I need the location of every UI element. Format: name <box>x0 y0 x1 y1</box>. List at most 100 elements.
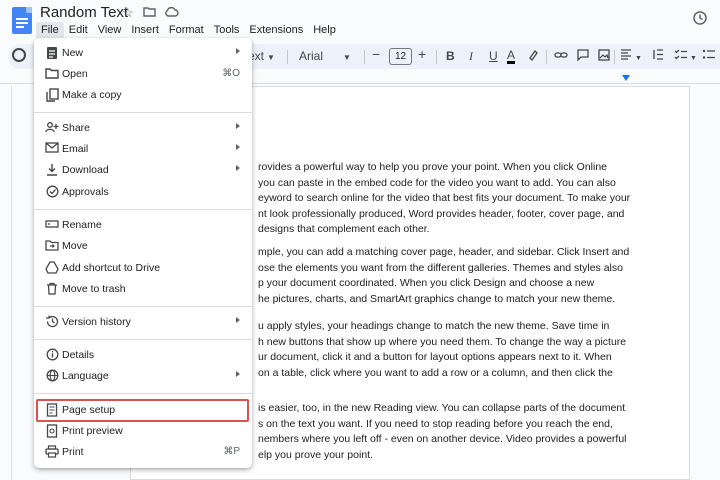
history-icon <box>45 315 59 329</box>
folder-icon <box>45 67 59 81</box>
menu-item-open[interactable]: Open ⌘O <box>34 64 252 85</box>
bold-button[interactable]: B <box>446 49 455 64</box>
decrease-font-size-button[interactable]: − <box>372 47 380 62</box>
menu-item-print-preview[interactable]: Print preview <box>34 421 252 442</box>
bulleted-list-icon[interactable] <box>702 49 716 64</box>
menu-item-rename[interactable]: Rename <box>34 215 252 236</box>
font-dropdown[interactable]: Arial <box>299 49 323 64</box>
text-line: ose the elements you want from the diffe… <box>258 261 623 274</box>
chevron-down-icon: ▼ <box>343 53 351 62</box>
version-history-icon[interactable] <box>692 10 708 29</box>
italic-button[interactable]: I <box>469 49 473 64</box>
menu-item-print[interactable]: Print ⌘P <box>34 442 252 463</box>
print-icon <box>45 445 59 459</box>
increase-font-size-button[interactable]: + <box>418 47 426 62</box>
move-icon <box>45 239 59 253</box>
globe-icon <box>45 369 59 383</box>
docs-logo-icon[interactable] <box>12 7 32 34</box>
toolbar-divider <box>614 50 615 64</box>
top-bar: Random Text ☆ File Edit View Insert Form… <box>0 0 720 42</box>
rename-icon <box>45 218 59 232</box>
menu-item-label: Language <box>62 370 109 382</box>
menu-item-label: Add shortcut to Drive <box>62 262 161 274</box>
menu-item-label: Rename <box>62 219 102 231</box>
menu-divider <box>34 112 252 113</box>
menu-item-label: Make a copy <box>62 89 122 101</box>
align-left-icon[interactable] <box>620 49 632 64</box>
menu-item-language[interactable]: Language <box>34 366 252 387</box>
drive-shortcut-icon <box>45 261 59 275</box>
document-paragraph: rovides a powerful way to help you prove… <box>258 160 654 238</box>
right-indent-marker[interactable] <box>622 75 630 81</box>
menu-item-version-history[interactable]: Version history <box>34 312 252 333</box>
text-line: eyword to search online for the video th… <box>258 192 631 204</box>
add-comment-icon[interactable] <box>577 49 589 65</box>
menu-item-label: Details <box>62 349 95 361</box>
text-line: ur document, click it and a button for l… <box>258 351 612 363</box>
toolbar-divider <box>364 50 365 64</box>
menu-item-new[interactable]: New <box>34 43 252 64</box>
star-icon[interactable]: ☆ <box>122 5 134 21</box>
doc-icon <box>45 46 59 60</box>
insert-image-icon[interactable] <box>598 49 610 65</box>
shortcut-text: ⌘P <box>223 446 240 457</box>
cloud-status-icon[interactable] <box>164 5 179 21</box>
menu-item-move-to-trash[interactable]: Move to trash <box>34 279 252 300</box>
menu-item-share[interactable]: Share <box>34 118 252 139</box>
chevron-down-icon: ▼ <box>690 55 697 62</box>
menu-item-make-a-copy[interactable]: Make a copy <box>34 85 252 106</box>
share-icon <box>45 121 59 135</box>
text-line: nembers where you left off - even on ano… <box>258 433 627 445</box>
font-size-input[interactable]: 12 <box>389 48 412 65</box>
menu-item-email[interactable]: Email <box>34 139 252 160</box>
underline-button[interactable]: U <box>489 49 498 64</box>
text-line: h new buttons that show up where you nee… <box>258 335 627 348</box>
menu-item-label: Share <box>62 122 91 134</box>
checklist-icon[interactable] <box>674 49 688 64</box>
text-line: nt look professionally produced, Word pr… <box>258 207 625 220</box>
text-line: on a table, click where you want to add … <box>258 366 613 379</box>
menu-item-download[interactable]: Download <box>34 160 252 181</box>
highlight-color-icon[interactable] <box>527 49 539 65</box>
menu-divider <box>34 306 252 307</box>
text-line: is easier, too, in the new Reading view.… <box>258 402 626 414</box>
line-spacing-icon[interactable] <box>652 49 664 64</box>
menu-item-label: Move to trash <box>62 283 126 295</box>
vertical-ruler[interactable] <box>0 86 12 480</box>
copy-icon <box>45 88 59 102</box>
menu-divider <box>34 339 252 340</box>
text-line: you can paste in the embed code for the … <box>258 176 616 189</box>
submenu-arrow-icon <box>236 123 240 129</box>
text-line: he pictures, charts, and SmartArt graphi… <box>258 292 616 305</box>
menu-item-add-shortcut-to-drive[interactable]: Add shortcut to Drive <box>34 258 252 279</box>
menu-item-label: Print preview <box>62 425 123 437</box>
toolbar-divider <box>546 50 547 64</box>
document-title[interactable]: Random Text <box>40 4 128 21</box>
submenu-arrow-icon <box>236 317 240 323</box>
text-line: s on the text you want. If you need to s… <box>258 417 613 430</box>
move-folder-icon[interactable] <box>143 5 156 21</box>
menu-item-label: Version history <box>62 316 131 328</box>
document-paragraph: u apply styles, your headings change to … <box>258 319 654 381</box>
text-line: p your document coordinated. When you cl… <box>258 277 595 289</box>
text-line: mple, you can add a matching cover page,… <box>258 246 630 258</box>
search-menus-icon[interactable] <box>12 48 26 62</box>
menu-item-approvals[interactable]: Approvals <box>34 182 252 203</box>
text-color-button[interactable]: A <box>507 49 516 64</box>
menu-help[interactable]: Help <box>308 22 341 40</box>
toolbar-divider <box>287 50 288 64</box>
submenu-arrow-icon <box>236 165 240 171</box>
document-paragraph: mple, you can add a matching cover page,… <box>258 245 654 307</box>
text-line: designs that complement each other. <box>258 223 430 235</box>
document-paragraph: is easier, too, in the new Reading view.… <box>258 401 654 463</box>
menu-item-move[interactable]: Move <box>34 236 252 257</box>
print-preview-icon <box>45 424 59 438</box>
menu-item-details[interactable]: Details <box>34 345 252 366</box>
menu-extensions[interactable]: Extensions <box>244 22 308 40</box>
text-line: rovides a powerful way to help you prove… <box>258 161 608 173</box>
mail-icon <box>45 142 59 156</box>
submenu-arrow-icon <box>236 48 240 54</box>
menu-divider <box>34 209 252 210</box>
insert-link-icon[interactable] <box>554 49 568 65</box>
chevron-down-icon: ▼ <box>267 53 275 62</box>
